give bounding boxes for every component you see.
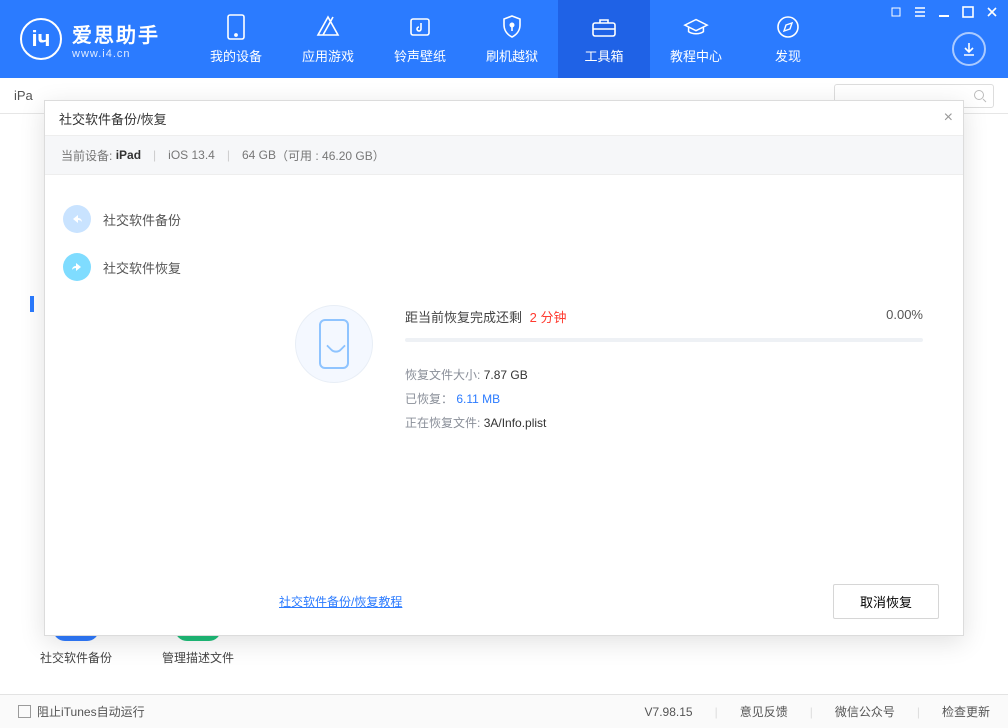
device-info-bar: 当前设备: iPad | iOS 13.4 | 64 GB （可用 : 46.2… <box>45 135 963 175</box>
maximize-icon[interactable] <box>960 4 976 20</box>
modal-sidebar: 社交软件备份 社交软件恢复 <box>45 175 255 635</box>
wechat-link[interactable]: 微信公众号 <box>835 703 895 720</box>
app-logo: iч 爱思助手 www.i4.cn <box>0 18 190 60</box>
shortcut-label: 社交软件备份 <box>40 649 112 666</box>
social-backup-modal: 社交软件备份/恢复 × 当前设备: iPad | iOS 13.4 | 64 G… <box>44 100 964 636</box>
block-itunes-label: 阻止iTunes自动运行 <box>37 703 145 720</box>
graduation-icon <box>683 14 709 40</box>
nav-label: 工具箱 <box>584 46 623 65</box>
progress-row: 距当前恢复完成还剩 2 分钟 0.00% <box>405 307 923 342</box>
music-icon <box>407 14 433 40</box>
file-label: 正在恢复文件: <box>405 416 480 430</box>
version-label: V7.98.15 <box>645 705 693 719</box>
nav-label: 教程中心 <box>670 46 722 65</box>
progress-bar <box>405 338 923 342</box>
close-icon[interactable] <box>984 4 1000 20</box>
progress-eta: 2 分钟 <box>530 310 567 325</box>
feedback-link[interactable]: 意见反馈 <box>740 703 788 720</box>
breadcrumb: iPa <box>14 88 33 103</box>
nav-label: 发现 <box>775 46 801 65</box>
device-icon <box>223 14 249 40</box>
device-name: iPad <box>116 148 141 162</box>
nav-toolbox[interactable]: 工具箱 <box>558 0 650 78</box>
menu-icon[interactable] <box>912 4 928 20</box>
nav-my-device[interactable]: 我的设备 <box>190 0 282 78</box>
device-os: iOS 13.4 <box>168 148 215 162</box>
restore-illustration <box>295 305 373 383</box>
minimize-icon[interactable] <box>936 4 952 20</box>
modal-footer: 社交软件备份/恢复教程 取消恢复 <box>255 584 963 619</box>
nav-ringtones[interactable]: 铃声壁纸 <box>374 0 466 78</box>
side-label: 社交软件备份 <box>103 210 181 229</box>
side-item-restore[interactable]: 社交软件恢复 <box>45 243 255 291</box>
tutorial-link[interactable]: 社交软件备份/恢复教程 <box>279 593 402 610</box>
nav-apps[interactable]: 应用游戏 <box>282 0 374 78</box>
download-button[interactable] <box>952 32 986 66</box>
nav-label: 应用游戏 <box>302 46 354 65</box>
progress-label: 距当前恢复完成还剩 <box>405 310 522 325</box>
file-value: 3A/Info.plist <box>484 416 547 430</box>
modal-close-icon[interactable]: × <box>944 109 953 127</box>
shield-icon <box>499 14 525 40</box>
selection-marker <box>30 296 34 312</box>
nav-label: 我的设备 <box>210 46 262 65</box>
apps-icon <box>315 14 341 40</box>
progress-percent: 0.00% <box>886 307 923 322</box>
app-subtitle: www.i4.cn <box>72 48 160 60</box>
skin-icon[interactable] <box>888 4 904 20</box>
side-label: 社交软件恢复 <box>103 258 181 277</box>
done-value: 6.11 MB <box>456 392 500 406</box>
nav-label: 刷机越狱 <box>486 46 538 65</box>
side-item-backup[interactable]: 社交软件备份 <box>45 195 255 243</box>
app-header: iч 爱思助手 www.i4.cn 我的设备 应用游戏 铃声壁纸 <box>0 0 1008 78</box>
phone-icon <box>319 319 349 369</box>
compass-icon <box>775 14 801 40</box>
status-bar: 阻止iTunes自动运行 V7.98.15 | 意见反馈 | 微信公众号 | 检… <box>0 694 1008 728</box>
nav-label: 铃声壁纸 <box>394 46 446 65</box>
search-icon <box>973 89 987 103</box>
modal-titlebar: 社交软件备份/恢复 × <box>45 101 963 135</box>
nav-jailbreak[interactable]: 刷机越狱 <box>466 0 558 78</box>
main-nav: 我的设备 应用游戏 铃声壁纸 刷机越狱 工具箱 <box>190 0 834 78</box>
cancel-restore-button[interactable]: 取消恢复 <box>833 584 939 619</box>
nav-tutorials[interactable]: 教程中心 <box>650 0 742 78</box>
block-itunes-checkbox[interactable] <box>18 705 31 718</box>
progress-detail: 恢复文件大小: 7.87 GB 已恢复： 6.11 MB 正在恢复文件: 3A/… <box>405 363 546 435</box>
app-title: 爱思助手 <box>72 19 160 48</box>
device-storage: 64 GB <box>242 148 276 162</box>
modal-title: 社交软件备份/恢复 <box>59 109 167 128</box>
size-value: 7.87 GB <box>484 368 528 382</box>
modal-main: 距当前恢复完成还剩 2 分钟 0.00% 恢复文件大小: 7.87 GB 已恢复… <box>255 175 963 635</box>
window-controls <box>888 4 1000 20</box>
device-avail: （可用 : 46.20 GB） <box>276 147 385 164</box>
toolbox-icon <box>591 14 617 40</box>
check-update-link[interactable]: 检查更新 <box>942 703 990 720</box>
size-label: 恢复文件大小: <box>405 368 480 382</box>
logo-icon: iч <box>20 18 62 60</box>
share-arrow-icon <box>63 205 91 233</box>
undo-arrow-icon <box>63 253 91 281</box>
device-prefix: 当前设备: <box>61 147 112 164</box>
done-label: 已恢复： <box>405 392 453 406</box>
shortcut-label: 管理描述文件 <box>162 649 234 666</box>
nav-discover[interactable]: 发现 <box>742 0 834 78</box>
